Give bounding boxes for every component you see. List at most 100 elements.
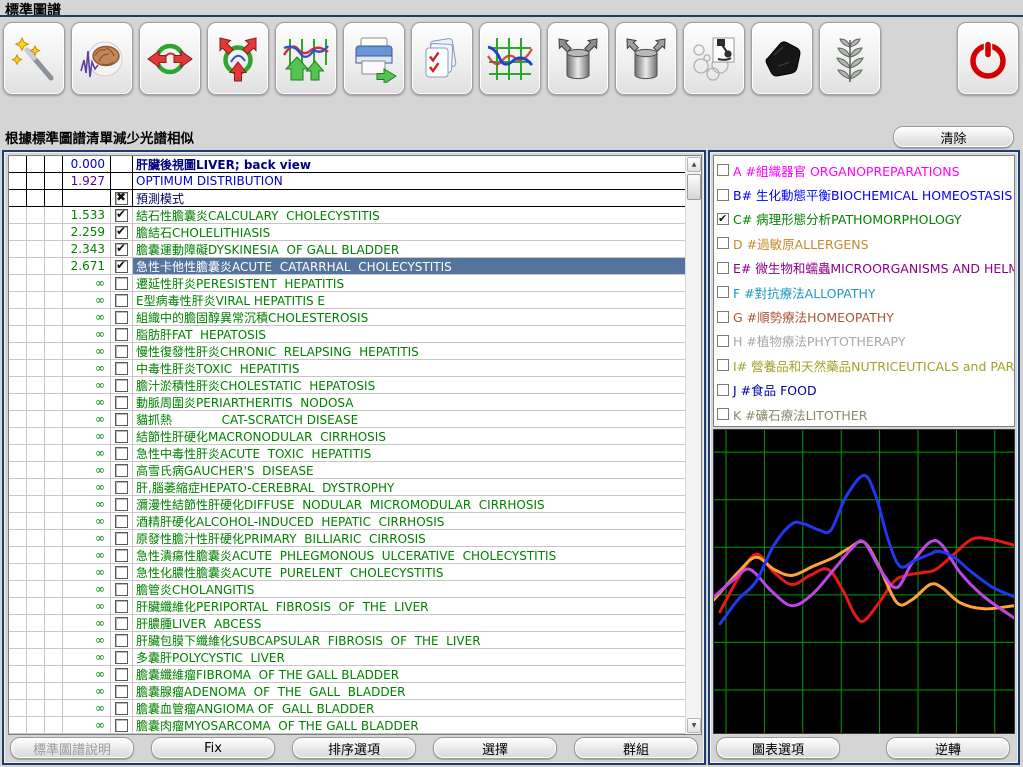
- row-checkbox[interactable]: [115, 362, 128, 375]
- chart-options-button[interactable]: 圖表選項: [716, 737, 840, 759]
- spectrum-chart-button[interactable]: [479, 22, 541, 95]
- container-load-button[interactable]: [547, 22, 609, 95]
- standard-spectrum-info-button[interactable]: 標準圖譜說明: [10, 737, 134, 759]
- table-row[interactable]: ∞酒精肝硬化ALCOHOL-INDUCED HEPATIC CIRRHOSIS: [9, 513, 685, 530]
- category-item[interactable]: E# 微生物和蠕蟲MICROORGANISMS AND HELMI: [717, 256, 1014, 280]
- table-row[interactable]: ∞貓抓熱 CAT-SCRATCH DISEASE: [9, 411, 685, 428]
- table-row[interactable]: ∞肝臟纖維化PERIPORTAL FIBROSIS OF THE LIVER: [9, 598, 685, 615]
- table-row[interactable]: ∞肝膿腫LIVER ABCESS: [9, 615, 685, 632]
- table-row[interactable]: ∞高雪氏病GAUCHER'S DISEASE: [9, 462, 685, 479]
- row-checkbox[interactable]: [115, 413, 128, 426]
- category-item[interactable]: B# 生化動態平衡BIOCHEMICAL HOMEOSTASIS: [717, 182, 1014, 206]
- category-checkbox[interactable]: [717, 286, 729, 298]
- report-list-button[interactable]: [411, 22, 473, 95]
- row-checkbox[interactable]: [115, 617, 128, 630]
- category-item[interactable]: K #礦石療法LITOTHER: [717, 402, 1014, 426]
- category-checkbox[interactable]: [717, 311, 729, 323]
- table-row[interactable]: ∞膽囊肉瘤MYOSARCOMA OF THE GALL BLADDER: [9, 717, 685, 734]
- table-row[interactable]: 2.259✔膽結石CHOLELITHIASIS: [9, 224, 685, 241]
- row-checkbox[interactable]: [115, 498, 128, 511]
- row-checkbox[interactable]: [115, 294, 128, 307]
- table-row[interactable]: ∞膽囊血管瘤ANGIOMA OF GALL BLADDER: [9, 700, 685, 717]
- row-checkbox[interactable]: [115, 379, 128, 392]
- brain-analysis-button[interactable]: [71, 22, 133, 95]
- clear-button[interactable]: 清除: [893, 126, 1014, 148]
- category-checkbox[interactable]: [717, 164, 729, 176]
- row-checkbox[interactable]: ✔: [115, 243, 128, 256]
- fix-button[interactable]: Fix: [151, 737, 275, 759]
- table-row[interactable]: 1.533✔結石性膽囊炎CALCULARY CHOLECYSTITIS: [9, 207, 685, 224]
- table-scrollbar[interactable]: ▲ ▼: [685, 156, 701, 734]
- row-checkbox[interactable]: [115, 549, 128, 562]
- table-row[interactable]: 0.000肝臟後視圖LIVER; back view: [9, 156, 685, 173]
- compare-multi-button[interactable]: [207, 22, 269, 95]
- row-checkbox[interactable]: [115, 311, 128, 324]
- category-item[interactable]: ✔C# 病理形態分析PATHOMORPHOLOGY: [717, 207, 1014, 231]
- row-checkbox[interactable]: ✔: [115, 260, 128, 273]
- row-checkbox[interactable]: [115, 634, 128, 647]
- row-checkbox[interactable]: [115, 532, 128, 545]
- row-checkbox[interactable]: [115, 328, 128, 341]
- table-row[interactable]: ∞原發性膽汁性肝硬化PRIMARY BILLIARIC CIRROSIS: [9, 530, 685, 547]
- print-button[interactable]: [343, 22, 405, 95]
- category-checkbox[interactable]: [717, 262, 729, 274]
- stone-button[interactable]: [751, 22, 813, 95]
- category-item[interactable]: H #植物療法PHYTOTHERAPY: [717, 329, 1014, 353]
- container-unload-button[interactable]: [615, 22, 677, 95]
- row-checkbox[interactable]: [115, 277, 128, 290]
- category-checkbox[interactable]: ✔: [717, 213, 729, 225]
- magic-wand-button[interactable]: [3, 22, 65, 95]
- row-checkbox[interactable]: [115, 464, 128, 477]
- invert-button[interactable]: 逆轉: [886, 737, 1010, 759]
- sort-options-button[interactable]: 排序選項: [292, 737, 416, 759]
- table-row[interactable]: ∞遷延性肝炎PERESISTENT HEPATITIS: [9, 275, 685, 292]
- phyto-plant-button[interactable]: [819, 22, 881, 95]
- scroll-up-button[interactable]: ▲: [687, 157, 701, 172]
- scrollbar-thumb[interactable]: [687, 174, 701, 200]
- category-item[interactable]: J #食品 FOOD: [717, 378, 1014, 402]
- table-row[interactable]: ∞膽管炎CHOLANGITIS: [9, 581, 685, 598]
- table-row[interactable]: ∞急性化膿性膽囊炎ACUTE PURELENT CHOLECYSTITIS: [9, 564, 685, 581]
- table-row[interactable]: ∞結節性肝硬化MACRONODULAR CIRRHOSIS: [9, 428, 685, 445]
- row-checkbox[interactable]: [115, 668, 128, 681]
- row-checkbox[interactable]: [115, 600, 128, 613]
- category-item[interactable]: A #組織器官 ORGANOPREPARATIONS: [717, 158, 1014, 182]
- category-checkbox[interactable]: [717, 359, 729, 371]
- table-row[interactable]: 2.671✔急性卡他性膽囊炎ACUTE CATARRHAL CHOLECYSTI…: [9, 258, 685, 275]
- category-item[interactable]: D #過敏原ALLERGENS: [717, 231, 1014, 255]
- row-checkbox[interactable]: [115, 651, 128, 664]
- table-row[interactable]: ∞膽囊腺瘤ADENOMA OF THE GALL BLADDER: [9, 683, 685, 700]
- table-row[interactable]: ∞多囊肝POLYCYSTIC LIVER: [9, 649, 685, 666]
- group-button[interactable]: 群組: [574, 737, 698, 759]
- table-row[interactable]: ∞膽汁淤積性肝炎CHOLESTATIC HEPATOSIS: [9, 377, 685, 394]
- category-item[interactable]: F #對抗療法ALLOPATHY: [717, 280, 1014, 304]
- table-row[interactable]: ✖預測模式: [9, 190, 685, 207]
- category-checkbox[interactable]: [717, 384, 729, 396]
- table-row[interactable]: ∞中毒性肝炎TOXIC HEPATITIS: [9, 360, 685, 377]
- table-row[interactable]: ∞膽囊纖維瘤FIBROMA OF THE GALL BLADDER: [9, 666, 685, 683]
- row-checkbox[interactable]: ✔: [115, 209, 128, 222]
- category-item[interactable]: I# 營養品和天然藥品NUTRICEUTICALS and PAR: [717, 353, 1014, 377]
- select-button[interactable]: 選擇: [433, 737, 557, 759]
- microscope-analysis-button[interactable]: [683, 22, 745, 95]
- table-row[interactable]: ∞動脈周圍炎PERIARTHERITIS NODOSA: [9, 394, 685, 411]
- row-checkbox[interactable]: [115, 566, 128, 579]
- row-checkbox[interactable]: [115, 685, 128, 698]
- row-checkbox[interactable]: [115, 447, 128, 460]
- compare-horizontal-button[interactable]: [139, 22, 201, 95]
- row-checkbox[interactable]: [115, 583, 128, 596]
- table-row[interactable]: ∞脂肪肝FAT HEPATOSIS: [9, 326, 685, 343]
- table-row[interactable]: ∞慢性復發性肝炎CHRONIC RELAPSING HEPATITIS: [9, 343, 685, 360]
- row-checkbox[interactable]: [115, 719, 128, 732]
- table-row[interactable]: ∞肝臟包膜下纖維化SUBCAPSULAR FIBROSIS OF THE LIV…: [9, 632, 685, 649]
- table-row[interactable]: 1.927OPTIMUM DISTRIBUTION: [9, 173, 685, 190]
- table-row[interactable]: ∞組織中的膽固醇異常沉積CHOLESTEROSIS: [9, 309, 685, 326]
- scroll-down-button[interactable]: ▼: [687, 718, 701, 733]
- table-row[interactable]: 2.343✔膽囊運動障礙DYSKINESIA OF GALL BLADDER: [9, 241, 685, 258]
- category-checkbox[interactable]: [717, 237, 729, 249]
- table-row[interactable]: ∞瀰漫性結節性肝硬化DIFFUSE NODULAR MICROMODULAR C…: [9, 496, 685, 513]
- table-row[interactable]: ∞E型病毒性肝炎VIRAL HEPATITIS E: [9, 292, 685, 309]
- row-checkbox[interactable]: [115, 481, 128, 494]
- row-checkbox[interactable]: ✔: [115, 226, 128, 239]
- row-checkbox[interactable]: ✖: [115, 192, 128, 205]
